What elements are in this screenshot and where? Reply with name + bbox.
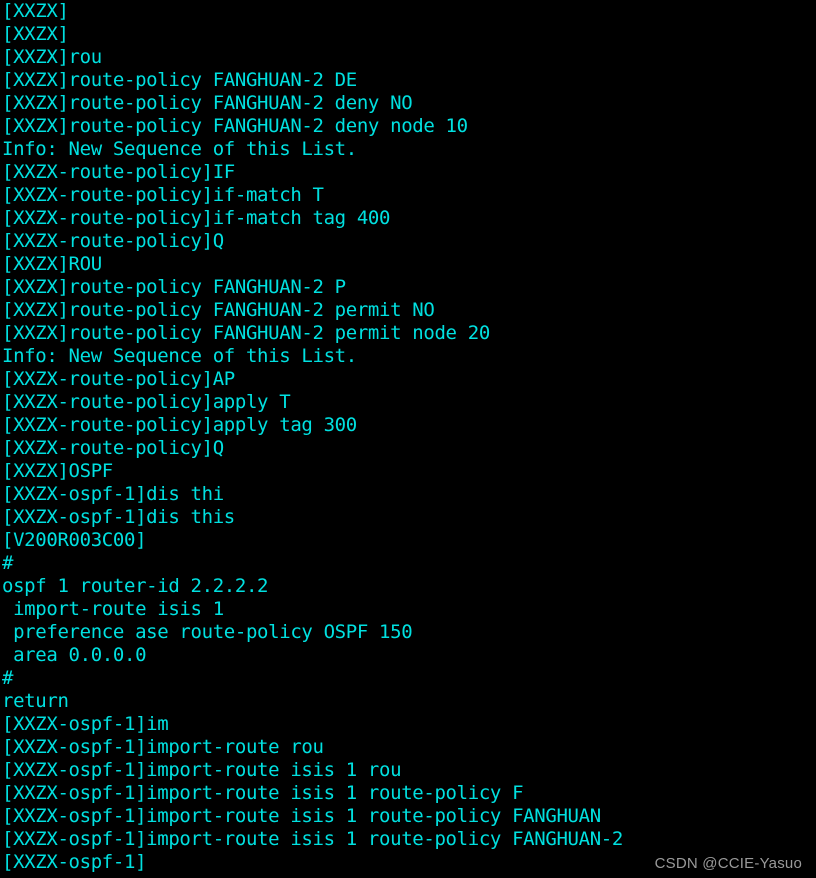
terminal-line: [XXZX]route-policy FANGHUAN-2 deny node … [2,115,468,137]
terminal-line: [XXZX-ospf-1]import-route isis 1 route-p… [2,782,524,804]
terminal-line: [XXZX-route-policy]if-match tag 400 [2,207,391,229]
terminal-line: [XXZX-ospf-1]dis thi [2,483,224,505]
terminal-line: ospf 1 router-id 2.2.2.2 [2,575,269,597]
terminal-line: [XXZX-ospf-1]import-route rou [2,736,324,758]
terminal-line: [XXZX] [2,23,69,45]
terminal-line: [XXZX]ROU [2,253,102,275]
terminal-line: [XXZX-route-policy]apply tag 300 [2,414,357,436]
terminal-line: [XXZX]route-policy FANGHUAN-2 DE [2,69,357,91]
terminal-line: [XXZX-ospf-1]import-route isis 1 rou [2,759,402,781]
console-output[interactable]: [XXZX] [XXZX] [XXZX]rou [XXZX]route-policy … [0,0,816,874]
terminal-line: preference ase route-policy OSPF 150 [2,621,413,643]
terminal-line: [XXZX-route-policy]AP [2,368,235,390]
terminal-line: import-route isis 1 [2,598,224,620]
terminal-line: [XXZX]route-policy FANGHUAN-2 permit nod… [2,322,490,344]
terminal-line: [XXZX-ospf-1]im [2,713,169,735]
terminal-line: [XXZX-route-policy]Q [2,437,224,459]
terminal-line: [XXZX-route-policy]Q [2,230,224,252]
terminal-line: [XXZX-route-policy]apply T [2,391,291,413]
terminal-line: return [2,690,69,712]
terminal-window[interactable]: [XXZX] [XXZX] [XXZX]rou [XXZX]route-policy … [0,0,816,878]
terminal-line: [XXZX-ospf-1]dis this [2,506,235,528]
terminal-line: [XXZX-route-policy]if-match T [2,184,324,206]
terminal-line: [XXZX] [2,0,69,22]
terminal-line: # [2,552,14,574]
terminal-line: [XXZX-ospf-1]import-route isis 1 route-p… [2,828,623,850]
terminal-line: [XXZX-ospf-1]import-route isis 1 route-p… [2,805,601,827]
terminal-line: Info: New Sequence of this List. [2,138,357,160]
terminal-line: [XXZX-route-policy]IF [2,161,235,183]
terminal-line: # [2,667,14,689]
terminal-line: [XXZX]route-policy FANGHUAN-2 permit NO [2,299,435,321]
terminal-line: [XXZX-ospf-1] [2,851,147,873]
terminal-line: Info: New Sequence of this List. [2,345,357,367]
terminal-line: [XXZX]route-policy FANGHUAN-2 P [2,276,346,298]
terminal-line: [XXZX]route-policy FANGHUAN-2 deny NO [2,92,413,114]
terminal-line: [XXZX]OSPF [2,460,113,482]
terminal-line: [XXZX]rou [2,46,102,68]
terminal-line: [V200R003C00] [2,529,147,551]
terminal-line: area 0.0.0.0 [2,644,147,666]
